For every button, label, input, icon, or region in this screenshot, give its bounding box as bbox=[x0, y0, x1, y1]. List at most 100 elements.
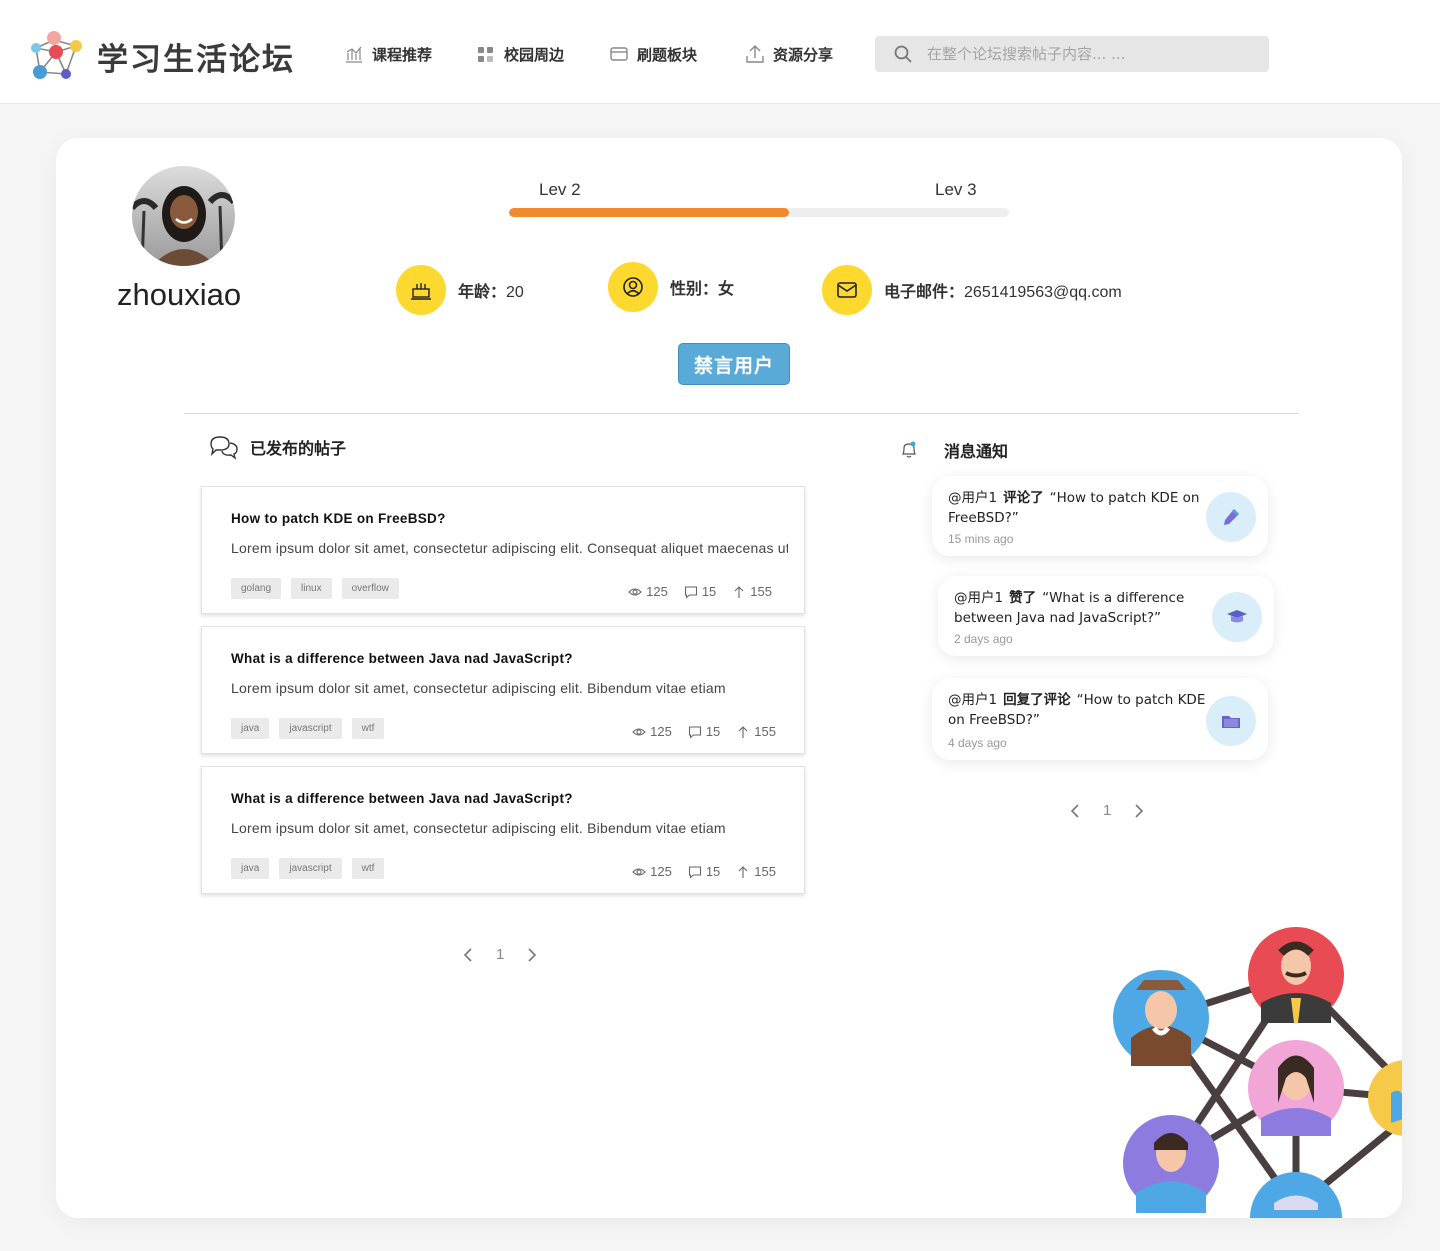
comment-icon bbox=[684, 585, 697, 599]
notifications-section-label: 消息通知 bbox=[944, 442, 1009, 461]
notification-user[interactable]: @用户1 bbox=[948, 692, 997, 708]
search-icon bbox=[894, 45, 912, 63]
level-progress-bar bbox=[509, 208, 1009, 217]
comment-icon bbox=[688, 725, 701, 739]
email-label: 电子邮件： bbox=[884, 282, 965, 301]
divider bbox=[184, 413, 1299, 414]
page-number[interactable]: 1 bbox=[496, 946, 504, 963]
tag[interactable]: javascript bbox=[279, 718, 342, 739]
graduation-cap-icon bbox=[1212, 592, 1262, 642]
chevron-right-icon[interactable] bbox=[526, 947, 538, 962]
eye-icon bbox=[628, 587, 642, 596]
notifications-pagination: 1 bbox=[1069, 802, 1145, 819]
arrow-up-icon bbox=[738, 725, 748, 738]
notification-action: 评论了 bbox=[1003, 490, 1044, 506]
posts-section-label: 已发布的帖子 bbox=[250, 439, 347, 458]
eye-icon bbox=[632, 727, 646, 736]
avatar bbox=[132, 166, 235, 266]
comment-icon bbox=[688, 865, 701, 879]
notification-user[interactable]: @用户1 bbox=[954, 590, 1003, 606]
notification-time: 4 days ago bbox=[948, 736, 1007, 750]
mail-icon bbox=[822, 265, 872, 315]
post-title[interactable]: What is a difference between Java nad Ja… bbox=[231, 791, 788, 806]
gender-info: 性别：女 bbox=[608, 262, 734, 312]
arrow-up-icon bbox=[734, 585, 744, 598]
arrow-up-icon bbox=[738, 865, 748, 878]
email-info: 电子邮件：2651419563@qq.com bbox=[822, 265, 1122, 315]
nav-label: 校园周边 bbox=[504, 45, 565, 64]
level-next: Lev 3 bbox=[935, 180, 977, 199]
gender-label: 性别： bbox=[670, 279, 719, 298]
vote-count: 155 bbox=[750, 584, 772, 599]
notification-action: 回复了评论 bbox=[1003, 692, 1071, 708]
notification-time: 15 mins ago bbox=[948, 532, 1014, 546]
post-excerpt: Lorem ipsum dolor sit amet, consectetur … bbox=[231, 820, 726, 836]
tag[interactable]: javascript bbox=[279, 858, 342, 879]
post-excerpt: Lorem ipsum dolor sit amet, consectetur … bbox=[231, 680, 726, 696]
notification-item[interactable]: @用户1 回复了评论 “How to patch KDE on FreeBSD?” … bbox=[932, 678, 1268, 760]
nav-practice[interactable]: 刷题板块 bbox=[609, 42, 697, 66]
post-card[interactable]: What is a difference between Java nad Ja… bbox=[201, 766, 805, 894]
notification-user[interactable]: @用户1 bbox=[948, 490, 997, 506]
tag[interactable]: golang bbox=[231, 578, 282, 599]
brand-title[interactable]: 学习生活论坛 bbox=[97, 34, 295, 79]
card-icon bbox=[610, 47, 628, 61]
comment-count: 15 bbox=[705, 864, 721, 879]
notification-item[interactable]: @用户1 评论了 “How to patch KDE on FreeBSD?” 15… bbox=[932, 476, 1268, 556]
chevron-left-icon[interactable] bbox=[1069, 803, 1081, 818]
notifications-section-title: 消息通知 bbox=[900, 438, 1008, 462]
age-value: 20 bbox=[506, 284, 524, 301]
tag[interactable]: wtf bbox=[351, 858, 385, 879]
username: zhouxiao bbox=[117, 277, 242, 312]
tag[interactable]: java bbox=[231, 858, 270, 879]
nav-course-recommend[interactable]: 课程推荐 bbox=[344, 42, 432, 66]
view-count: 125 bbox=[650, 864, 672, 879]
vote-count: 155 bbox=[754, 724, 776, 739]
post-card[interactable]: How to patch KDE on FreeBSD? Lorem ipsum… bbox=[201, 486, 805, 614]
chevron-right-icon[interactable] bbox=[1133, 803, 1145, 818]
eye-icon bbox=[632, 867, 646, 876]
tag[interactable]: wtf bbox=[351, 718, 385, 739]
gender-value: 女 bbox=[718, 279, 735, 298]
notification-action: 赞了 bbox=[1009, 590, 1037, 606]
chat-bubbles-icon bbox=[210, 436, 238, 460]
profile-card: zhouxiao Lev 2 Lev 3 年龄：20 性别：女 电子邮件：265… bbox=[56, 138, 1402, 1218]
ban-user-button[interactable]: 禁言用户 bbox=[678, 343, 790, 385]
notification-time: 2 days ago bbox=[954, 632, 1013, 646]
post-excerpt: Lorem ipsum dolor sit amet, consectetur … bbox=[231, 540, 788, 556]
network-logo-icon[interactable] bbox=[24, 26, 86, 84]
post-title[interactable]: What is a difference between Java nad Ja… bbox=[231, 651, 788, 666]
tag[interactable]: linux bbox=[291, 578, 332, 599]
search-bar[interactable] bbox=[875, 36, 1269, 72]
nav-label: 课程推荐 bbox=[372, 45, 433, 64]
notification-item[interactable]: @用户1 赞了 “What is a difference between Java… bbox=[938, 576, 1274, 656]
search-input[interactable] bbox=[927, 45, 1247, 63]
people-network-illustration bbox=[1113, 927, 1402, 1218]
page-number[interactable]: 1 bbox=[1103, 802, 1111, 819]
bar-chart-icon bbox=[346, 46, 362, 63]
top-header: 学习生活论坛 课程推荐 校园周边 刷题板块 资源分享 bbox=[0, 0, 1440, 104]
comment-count: 15 bbox=[705, 724, 721, 739]
nav-resource-share[interactable]: 资源分享 bbox=[745, 42, 833, 66]
folder-icon bbox=[1206, 696, 1256, 746]
vote-count: 155 bbox=[754, 864, 776, 879]
grid-icon bbox=[478, 47, 493, 62]
email-value: 2651419563@qq.com bbox=[964, 284, 1122, 301]
post-card[interactable]: What is a difference between Java nad Ja… bbox=[201, 626, 805, 754]
tag[interactable]: overflow bbox=[341, 578, 399, 599]
comment-count: 15 bbox=[701, 584, 717, 599]
post-title[interactable]: How to patch KDE on FreeBSD? bbox=[231, 511, 788, 526]
nav-label: 资源分享 bbox=[773, 45, 834, 64]
upload-icon bbox=[746, 45, 764, 63]
tag[interactable]: java bbox=[231, 718, 270, 739]
bell-icon bbox=[902, 441, 916, 458]
level-current: Lev 2 bbox=[539, 180, 581, 199]
age-info: 年龄：20 bbox=[396, 265, 524, 315]
cake-icon bbox=[396, 265, 446, 315]
user-circle-icon bbox=[608, 262, 658, 312]
posts-section-title: 已发布的帖子 bbox=[208, 434, 346, 460]
nav-label: 刷题板块 bbox=[637, 45, 698, 64]
nav-campus[interactable]: 校园周边 bbox=[476, 42, 564, 66]
chevron-left-icon[interactable] bbox=[462, 947, 474, 962]
view-count: 125 bbox=[646, 584, 668, 599]
